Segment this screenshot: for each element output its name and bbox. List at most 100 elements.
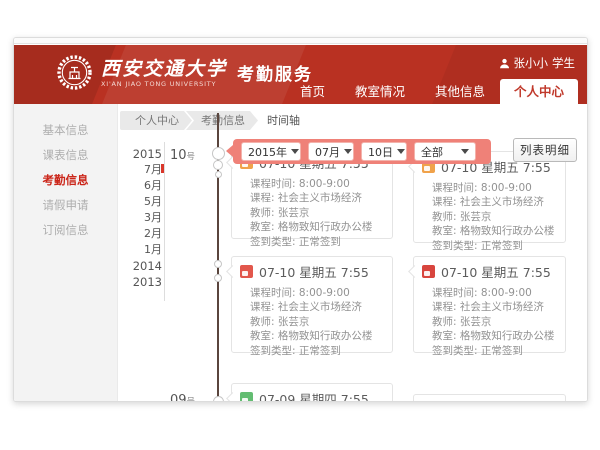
card-field: 教室: 格物致知行政办公楼 — [432, 329, 557, 343]
university-logo-icon — [56, 54, 93, 91]
card-field: 教室: 格物致知行政办公楼 — [250, 220, 384, 234]
timeline-month[interactable]: 6月 — [119, 178, 162, 194]
day-marker-09: 09号 — [170, 393, 195, 402]
timeline-node — [214, 274, 222, 282]
page: 西安交通大学 XI'AN JIAO TONG UNIVERSITY 考勤服务 张… — [0, 0, 600, 450]
timeline-month[interactable]: 1月 — [119, 242, 162, 258]
attendance-card: 07-10 星期五 7:55 课程时间: 8:00-9:00课程: 社会主义市场… — [413, 151, 566, 243]
card-body — [414, 395, 565, 402]
signin-type-icon — [422, 265, 435, 278]
timeline-month[interactable]: 3月 — [119, 210, 162, 226]
card-body: 课程时间: 8:00-9:00课程: 社会主义市场经济教师: 张芸京教室: 格物… — [414, 178, 565, 261]
attendance-card: 07-10 星期五 7:55 课程时间: 8:00-9:00课程: 社会主义市场… — [413, 256, 566, 353]
caret-down-icon — [291, 149, 299, 158]
month-select[interactable]: 07月 — [308, 142, 354, 161]
card-field: 教师: 张芸京 — [432, 210, 557, 224]
day-select[interactable]: 10日 — [361, 142, 407, 161]
caret-down-icon — [344, 149, 352, 158]
main-nav: 首页教室情况其他信息个人中心 — [285, 79, 578, 104]
card-field: 课程时间: 8:00-9:00 — [432, 286, 557, 300]
card-header: 07-10 星期五 7:55 — [232, 257, 392, 283]
year-select[interactable]: 2015年 — [241, 142, 301, 161]
sidebar-item[interactable]: 考勤信息 — [14, 168, 117, 193]
card-field: 签到类型: 正常签到 — [432, 239, 557, 253]
list-detail-button[interactable]: 列表明细 — [513, 138, 577, 162]
month-select-value: 07月 — [315, 144, 340, 160]
card-field: 教室: 格物致知行政办公楼 — [250, 329, 384, 343]
card-field: 教师: 张芸京 — [250, 206, 384, 220]
card-field: 教师: 张芸京 — [250, 315, 384, 329]
timeline-month[interactable]: 7月 — [119, 162, 162, 178]
brand: 西安交通大学 XI'AN JIAO TONG UNIVERSITY 考勤服务 — [56, 54, 313, 91]
year-select-value: 2015年 — [248, 144, 287, 160]
card-field: 课程: 社会主义市场经济 — [432, 300, 557, 314]
timeline-year[interactable]: 2013 — [119, 274, 162, 290]
user-role: 学生 — [552, 55, 575, 71]
card-field: 签到类型: 正常签到 — [432, 344, 557, 358]
university-name-en: XI'AN JIAO TONG UNIVERSITY — [101, 80, 227, 88]
card-field: 课程时间: 8:00-9:00 — [250, 177, 384, 191]
card-date-title: 07-10 星期五 7:55 — [259, 262, 369, 281]
nav-item-link[interactable]: 教室情况 — [340, 79, 420, 104]
timeline-year-nav: 20157月6月5月3月2月1月20142013 — [119, 146, 162, 290]
card-body: 课程时间: 8:00-9:00课程: 社会主义市场经济教师: 张芸京教室: 格物… — [232, 174, 392, 257]
timeline-node — [215, 171, 222, 178]
timeline-year[interactable]: 2015 — [119, 146, 162, 162]
user-name: 张小小 — [514, 55, 549, 71]
app-header: 西安交通大学 XI'AN JIAO TONG UNIVERSITY 考勤服务 张… — [14, 45, 587, 104]
sidebar-item[interactable]: 基本信息 — [14, 118, 117, 143]
card-date-title: 07-10 星期五 7:55 — [441, 262, 551, 281]
current-month-marker — [161, 164, 164, 173]
sidebar-item[interactable]: 订阅信息 — [14, 218, 117, 243]
card-header: 07-09 星期四 7:55 — [232, 384, 392, 402]
card-field: 课程: 社会主义市场经济 — [432, 195, 557, 209]
card-body: 课程时间: 8:00-9:00课程: 社会主义市场经济教师: 张芸京教室: 格物… — [232, 283, 392, 366]
type-select[interactable]: 全部 — [414, 142, 476, 161]
timeline-month[interactable]: 5月 — [119, 194, 162, 210]
breadcrumb-chip[interactable]: 个人中心 — [120, 111, 192, 130]
app-window: 西安交通大学 XI'AN JIAO TONG UNIVERSITY 考勤服务 张… — [13, 37, 588, 402]
card-header: 07-10 星期五 7:55 — [414, 257, 565, 283]
nav-item-active[interactable]: 个人中心 — [500, 79, 578, 104]
card-field: 教师: 张芸京 — [432, 315, 557, 329]
main-panel: 个人中心考勤信息时间轴 20157月6月5月3月2月1月20142013 10号… — [118, 104, 587, 401]
card-field: 签到类型: 正常签到 — [250, 235, 384, 249]
attendance-card: 07-10 星期五 7:55 课程时间: 8:00-9:00课程: 社会主义市场… — [231, 256, 393, 353]
card-body: 课程时间: 8:00-9:00课程: 社会主义市场经济教师: 张芸京教室: 格物… — [414, 283, 565, 366]
attendance-card: 07-09 星期四 7:55 — [231, 383, 393, 402]
window-top-strip — [14, 38, 587, 44]
timeline-node — [213, 396, 224, 402]
year-nav-divider — [164, 142, 165, 301]
day-select-value: 10日 — [368, 144, 393, 160]
card-date-title: 07-09 星期四 7:55 — [259, 389, 369, 402]
user-account[interactable]: 张小小 学生 — [499, 55, 576, 71]
timeline-year[interactable]: 2014 — [119, 258, 162, 274]
timeline-node — [212, 147, 225, 160]
university-name-cn: 西安交通大学 — [101, 58, 227, 80]
card-field: 签到类型: 正常签到 — [250, 344, 384, 358]
user-icon — [499, 58, 510, 69]
card-field: 课程: 社会主义市场经济 — [250, 300, 384, 314]
card-field: 课程时间: 8:00-9:00 — [432, 181, 557, 195]
signin-type-icon — [240, 392, 253, 402]
sidebar-item[interactable]: 请假申请 — [14, 193, 117, 218]
attendance-card — [413, 394, 566, 402]
breadcrumb-chip[interactable]: 时间轴 — [252, 111, 313, 130]
type-select-value: 全部 — [421, 144, 443, 160]
timeline-month[interactable]: 2月 — [119, 226, 162, 242]
nav-item-link[interactable]: 首页 — [285, 79, 340, 104]
timeline-node — [213, 160, 223, 170]
caret-down-icon — [461, 149, 469, 158]
sidebar-item[interactable]: 课表信息 — [14, 143, 117, 168]
signin-type-icon — [240, 265, 253, 278]
card-field: 教室: 格物致知行政办公楼 — [432, 224, 557, 238]
day-marker-10: 10号 — [170, 148, 195, 163]
content: 基本信息课表信息考勤信息请假申请订阅信息 个人中心考勤信息时间轴 20157月6… — [14, 104, 587, 401]
timeline-node — [214, 260, 222, 268]
breadcrumb-chip[interactable]: 考勤信息 — [186, 111, 258, 130]
sidebar: 基本信息课表信息考勤信息请假申请订阅信息 — [14, 104, 118, 401]
caret-down-icon — [397, 149, 405, 158]
card-field: 课程: 社会主义市场经济 — [250, 191, 384, 205]
filter-bar: 2015年 07月 10日 全部 — [233, 139, 491, 164]
nav-item-link[interactable]: 其他信息 — [420, 79, 500, 104]
